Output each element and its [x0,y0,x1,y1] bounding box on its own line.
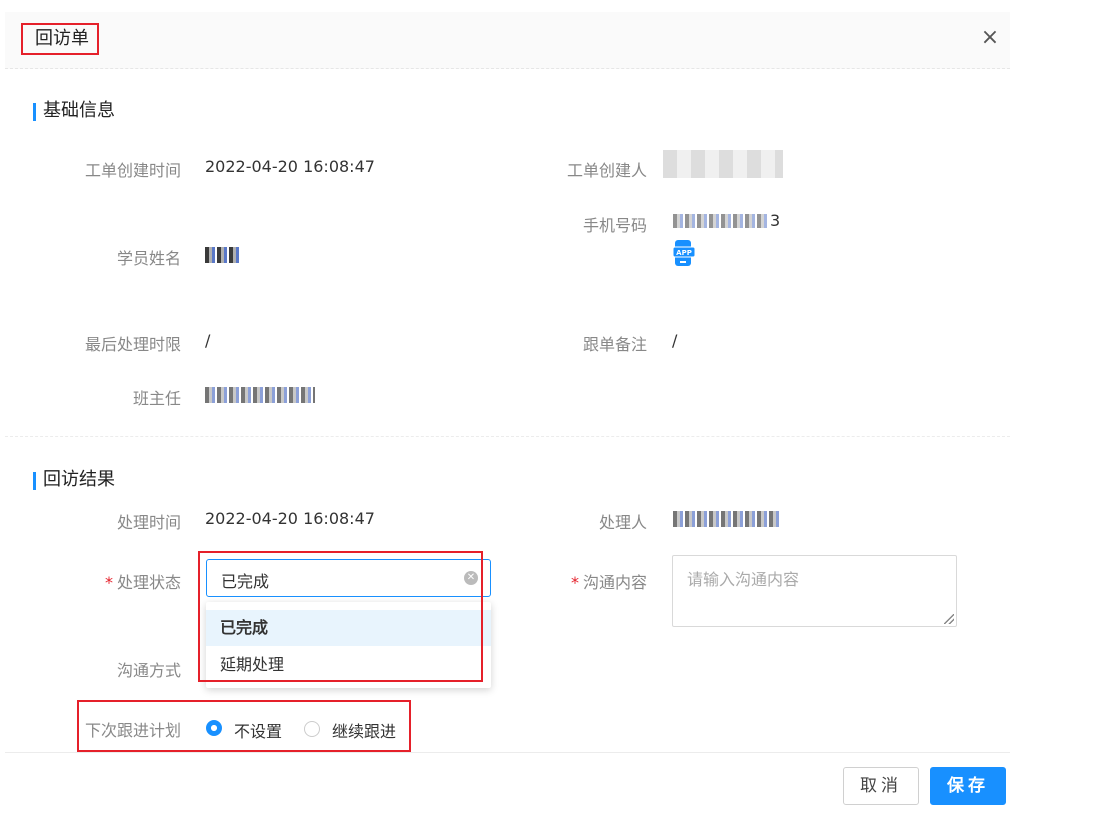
status-label: * 处理状态 [104,573,181,592]
radio-no-plan[interactable] [206,720,222,736]
dialog-header: 回访单 × [5,12,1010,69]
visit-dialog: 回访单 × 基础信息 工单创建时间 2022-04-20 16:08:47 工单… [5,0,1010,825]
creator-name-redacted [663,150,783,178]
app-icon[interactable]: APP [673,240,695,266]
student-name-label: 学员姓名 [116,249,181,268]
deadline-label: 最后处理时限 [84,335,181,354]
section-divider [5,436,1010,437]
student-name-redacted [205,247,239,263]
dialog-title: 回访单 [35,28,89,49]
dialog-footer: 取消 保存 [5,752,1010,825]
section-basic-title: 基础信息 [33,99,115,123]
content-textarea[interactable]: 请输入沟通内容 [672,555,957,627]
svg-text:APP: APP [676,249,692,257]
radio-no-plan-label[interactable]: 不设置 [234,718,282,742]
radio-follow-up-label[interactable]: 继续跟进 [332,718,396,742]
close-icon[interactable]: × [978,26,1002,50]
handle-time-value: 2022-04-20 16:08:47 [205,509,375,528]
handler-label: 处理人 [598,513,647,532]
teacher-label: 班主任 [132,389,181,408]
phone-redacted [673,214,769,228]
created-time-value: 2022-04-20 16:08:47 [205,157,375,176]
save-button[interactable]: 保存 [930,767,1006,805]
creator-label: 工单创建人 [566,161,647,180]
phone-suffix: 3 [770,211,781,230]
note-value: / [672,331,678,350]
created-time-label: 工单创建时间 [84,161,181,180]
status-highlight-box [198,551,483,682]
handle-time-label: 处理时间 [116,513,181,532]
content-placeholder: 请输入沟通内容 [687,570,800,589]
method-label: 沟通方式 [116,661,181,680]
content-label: * 沟通内容 [570,573,647,592]
resize-handle[interactable] [944,614,954,624]
plan-label: 下次跟进计划 [84,721,181,740]
cancel-button[interactable]: 取消 [843,767,919,805]
phone-label: 手机号码 [582,216,647,235]
deadline-value: / [205,331,211,350]
handler-name-redacted [673,511,781,527]
note-label: 跟单备注 [582,335,647,354]
title-highlight: 回访单 [21,23,99,55]
radio-follow-up[interactable] [304,721,320,737]
section-result-title: 回访结果 [33,468,115,492]
teacher-name-redacted [205,387,315,403]
